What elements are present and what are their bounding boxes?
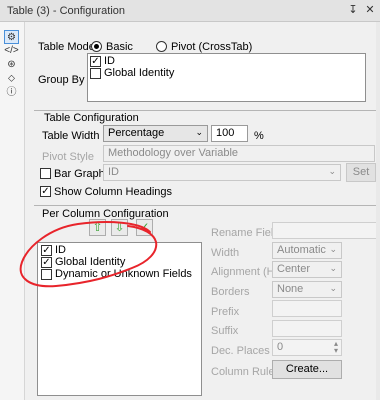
red-annotation-circle [19, 221, 158, 288]
annotation-layer [19, 221, 158, 288]
